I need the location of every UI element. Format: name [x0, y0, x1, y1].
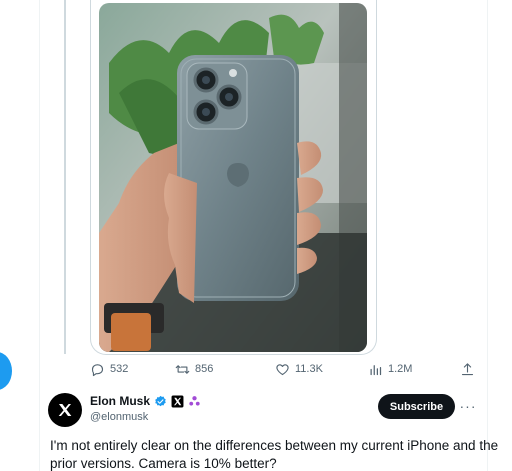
share-action[interactable]	[460, 357, 475, 381]
x-logo-icon	[58, 404, 72, 416]
author-name-row: Elon Musk	[90, 394, 201, 408]
author-handle[interactable]: @elonmusk	[90, 411, 148, 423]
timeline-right-border	[487, 0, 488, 471]
subscribe-button[interactable]: Subscribe	[378, 394, 455, 419]
repost-count: 856	[195, 363, 214, 375]
reply-count: 532	[110, 363, 129, 375]
author-display-name[interactable]: Elon Musk	[90, 394, 150, 408]
analytics-icon	[370, 364, 382, 375]
heart-icon	[276, 363, 289, 375]
repost-icon	[175, 364, 190, 374]
tweet-action-bar: 532 856 11.3K 1.2M	[90, 357, 480, 381]
compose-fab-button[interactable]	[0, 352, 12, 390]
people-icon	[189, 395, 200, 406]
views-count: 1.2M	[388, 363, 413, 375]
thread-connector-line	[64, 0, 66, 354]
like-action[interactable]: 11.3K	[275, 357, 323, 381]
like-count: 11.3K	[295, 363, 323, 375]
repost-action[interactable]: 856	[175, 357, 213, 381]
tweet-photo[interactable]	[99, 3, 367, 352]
iphone-hand-photo	[99, 3, 367, 352]
more-options-button[interactable]: ···	[460, 396, 476, 416]
share-icon	[461, 362, 474, 375]
avatar[interactable]	[48, 393, 82, 427]
x-affiliate-badge-icon	[171, 395, 184, 407]
reply-action[interactable]: 532	[90, 357, 128, 381]
timeline-left-border	[39, 0, 40, 471]
tweet-text: I'm not entirely clear on the difference…	[50, 438, 499, 471]
tweet-media-card[interactable]	[90, 0, 377, 355]
reply-icon	[91, 363, 104, 376]
views-action[interactable]: 1.2M	[368, 357, 412, 381]
verified-badge-icon	[155, 395, 166, 406]
